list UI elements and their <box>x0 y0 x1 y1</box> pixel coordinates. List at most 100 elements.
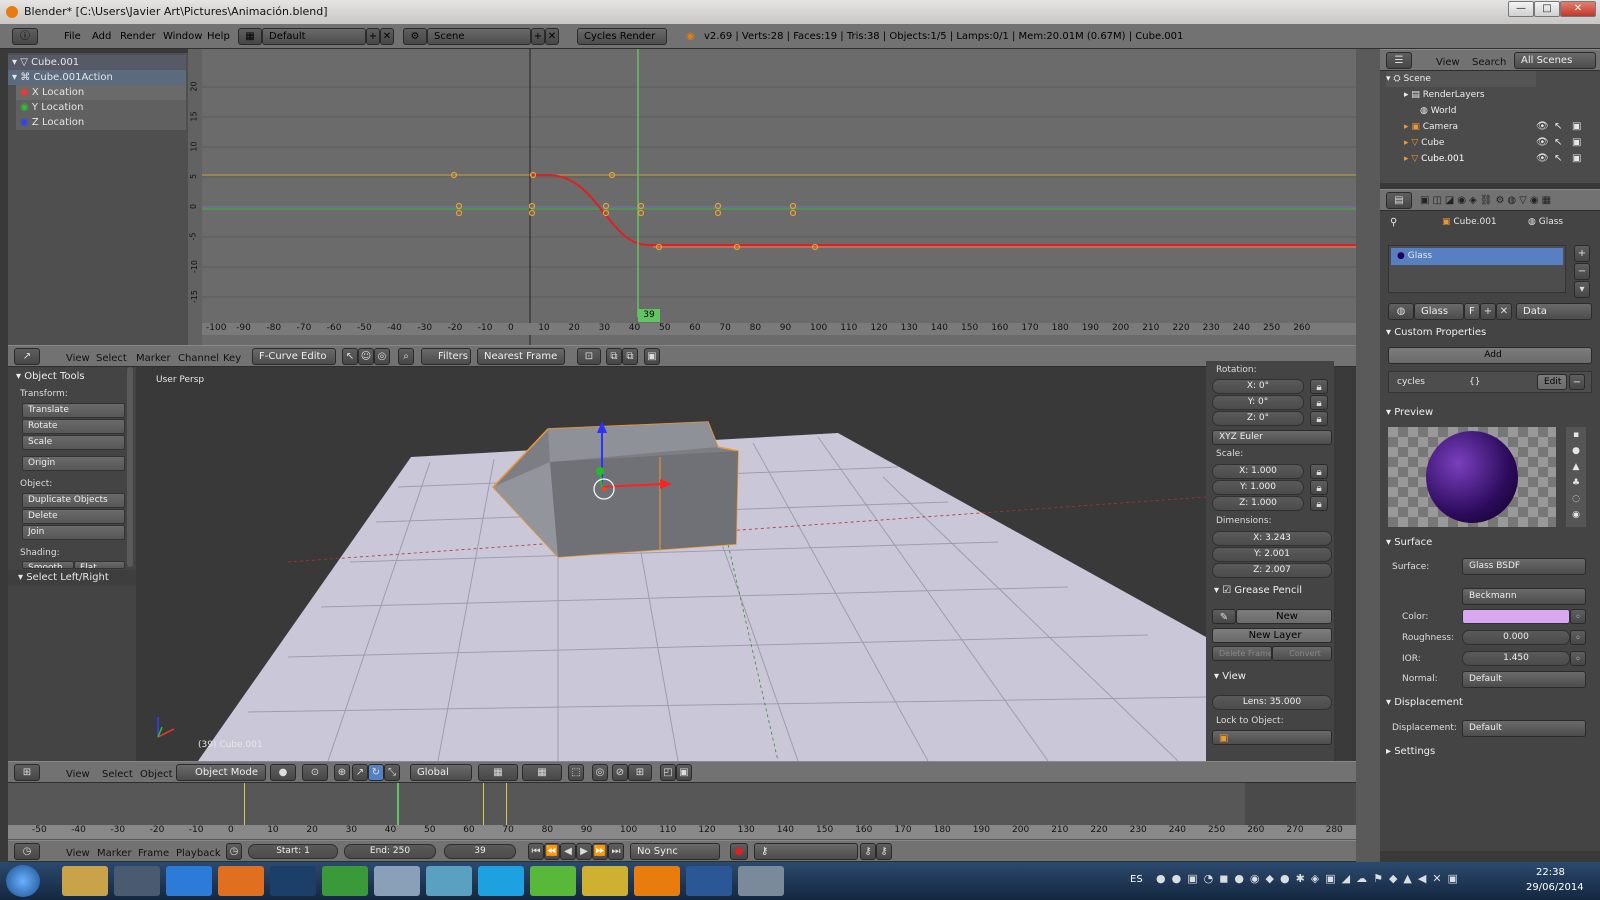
maximize-button[interactable]: □ <box>1534 1 1560 17</box>
timeline-menu-view[interactable]: View <box>66 848 90 859</box>
translate-button[interactable]: Translate <box>22 403 125 418</box>
settings-panel[interactable]: ▸ Settings <box>1386 746 1435 757</box>
fake-user-button[interactable]: F <box>1464 303 1480 320</box>
eye-icon[interactable]: 👁︎ <box>1536 121 1549 132</box>
remove-slot-icon[interactable]: − <box>1574 263 1590 280</box>
snap-icon[interactable]: ⊘ <box>612 764 628 781</box>
cursor-select-icon[interactable]: ↖ <box>1554 137 1562 148</box>
end-frame-field[interactable]: End: 250 <box>344 844 436 859</box>
delete-button[interactable]: Delete <box>22 509 125 524</box>
scale-z-field[interactable]: Z: 1.000 <box>1212 496 1304 511</box>
surface-shader-select[interactable]: Glass BSDF <box>1462 558 1586 575</box>
outliner-scene[interactable]: ▾ ⛭ Scene <box>1386 71 1536 87</box>
system-tray-icons[interactable]: ●●▣◔◼●◉◆●✱◈▣◢☁⚑◆▲◀✕▣ <box>1156 872 1496 888</box>
cursor-select-icon[interactable]: ↖ <box>1554 153 1562 164</box>
lens-field[interactable]: Lens: 35.000 <box>1212 695 1332 710</box>
origin-button[interactable]: Origin <box>22 456 125 471</box>
view-panel[interactable]: ▾ View <box>1214 671 1246 682</box>
render-toggle-icon[interactable]: ▣ <box>1572 121 1581 132</box>
spotify-icon[interactable] <box>530 866 576 896</box>
outliner-cube-001[interactable]: ▸ ▽ Cube.001 <box>1404 151 1464 167</box>
screen-layout-icon[interactable]: ▦ <box>238 28 262 45</box>
right-scrollbar[interactable] <box>1336 367 1352 761</box>
menu-help[interactable]: Help <box>207 31 230 42</box>
layers-icon[interactable]: ▦ <box>478 764 518 781</box>
lock-layers-icon[interactable]: ⬚ <box>568 764 584 781</box>
channel-object[interactable]: ▾ ▽ Cube.001 <box>8 55 186 70</box>
graph-editor-type-icon[interactable]: ↗ <box>14 348 40 365</box>
rotation-y-field[interactable]: Y: 0° <box>1212 395 1304 410</box>
snap-element-icon[interactable]: ⊞ <box>628 764 652 781</box>
ghost-curve-icon[interactable]: ▣ <box>644 348 660 365</box>
record-icon[interactable]: ● <box>730 843 748 860</box>
area-split-line[interactable] <box>1356 49 1380 862</box>
distribution-select[interactable]: Beckmann <box>1462 588 1586 605</box>
home-icon[interactable] <box>114 866 160 896</box>
object-mode-select[interactable]: Object Mode <box>176 764 266 781</box>
dimension-z-field[interactable]: Z: 2.007 <box>1212 563 1332 578</box>
channel-x-location[interactable]: ◉ X Location <box>16 85 186 100</box>
cursor-select-icon[interactable]: ↖ <box>1554 121 1562 132</box>
new-material-icon[interactable]: + <box>1480 303 1496 320</box>
graph-menu-view[interactable]: View <box>66 353 90 364</box>
explorer-icon[interactable] <box>62 866 108 896</box>
preview-range-icon[interactable]: ◷ <box>226 843 242 860</box>
join-button[interactable]: Join <box>22 525 125 540</box>
outliner-display-select[interactable]: All Scenes <box>1514 52 1596 69</box>
move-manipulator-icon[interactable]: ↗ <box>352 764 368 781</box>
language-indicator[interactable]: ES <box>1130 874 1143 885</box>
word-icon[interactable] <box>686 866 732 896</box>
pivot-icon[interactable]: ⊡ <box>577 348 601 365</box>
scale-button[interactable]: Scale <box>22 435 125 450</box>
slot-menu-icon[interactable]: ▾ <box>1574 281 1590 298</box>
material-slot-glass[interactable]: ● Glass <box>1391 248 1563 265</box>
preview-type-buttons[interactable]: ▪ ● ▲ ♣ ◌ ◉ <box>1566 427 1586 527</box>
color-swatch[interactable] <box>1462 609 1570 624</box>
notepad-icon[interactable] <box>374 866 420 896</box>
add-scene-icon[interactable]: + <box>531 28 545 45</box>
photoshop-icon[interactable] <box>270 866 316 896</box>
remove-scene-icon[interactable]: ✕ <box>545 28 559 45</box>
dimension-y-field[interactable]: Y: 2.001 <box>1212 547 1332 562</box>
current-frame-line[interactable] <box>397 783 399 825</box>
network-icon[interactable] <box>426 866 472 896</box>
rotation-x-field[interactable]: X: 0° <box>1212 379 1304 394</box>
media-player-icon[interactable] <box>218 866 264 896</box>
outliner-menu-search[interactable]: Search <box>1472 57 1506 68</box>
lock-icon[interactable]: 🔒︎ <box>1310 464 1328 479</box>
jump-start-icon[interactable]: ⏮ <box>528 843 544 860</box>
lock-icon[interactable]: 🔒︎ <box>1310 480 1328 495</box>
view3d-menu-object[interactable]: Object <box>140 769 173 780</box>
roughness-field[interactable]: 0.000 <box>1462 630 1570 645</box>
editor-type-icon[interactable]: ⓘ <box>12 28 38 45</box>
menu-render[interactable]: Render <box>120 31 156 42</box>
copy-keys-icon[interactable]: ⧉ <box>606 348 622 365</box>
viewport-3d[interactable]: User Persp (39) Cube.001 <box>138 367 1206 761</box>
dimension-x-field[interactable]: X: 3.243 <box>1212 531 1332 546</box>
pivot-point-icon[interactable]: ⊙ <box>302 764 328 781</box>
rotation-z-field[interactable]: Z: 0° <box>1212 411 1304 426</box>
object-tools-title[interactable]: ▾ Object Tools <box>16 371 85 382</box>
material-browse-icon[interactable]: ◍ <box>1388 303 1414 320</box>
rotate-manipulator-icon[interactable]: ↻ <box>368 764 384 781</box>
eye-icon[interactable]: ◉ <box>20 87 29 98</box>
scale-manipulator-icon[interactable]: ⤡ <box>384 764 400 781</box>
tool-icon[interactable] <box>738 866 784 896</box>
material-slot-list[interactable]: ● Glass <box>1388 245 1566 293</box>
scale-y-field[interactable]: Y: 1.000 <box>1212 480 1304 495</box>
custom-properties-panel[interactable]: ▾ Custom Properties <box>1386 327 1486 338</box>
material-link-select[interactable]: Data <box>1516 303 1592 320</box>
start-button-icon[interactable] <box>6 865 40 897</box>
jump-end-icon[interactable]: ⏭ <box>608 843 624 860</box>
minimize-button[interactable]: — <box>1508 1 1534 17</box>
clock-time[interactable]: 22:38 <box>1536 867 1565 878</box>
internet-explorer-icon[interactable] <box>166 866 212 896</box>
rotate-button[interactable]: Rotate <box>22 419 125 434</box>
add-slot-icon[interactable]: + <box>1574 245 1590 262</box>
surface-panel[interactable]: ▾ Surface <box>1386 537 1432 548</box>
scene-icon[interactable]: ⚙ <box>403 28 427 45</box>
duplicate-objects-button[interactable]: Duplicate Objects <box>22 493 125 508</box>
graph-menu-marker[interactable]: Marker <box>136 353 171 364</box>
shading-icon[interactable]: ● <box>270 764 296 781</box>
color-link-icon[interactable]: ◦ <box>1570 609 1586 624</box>
